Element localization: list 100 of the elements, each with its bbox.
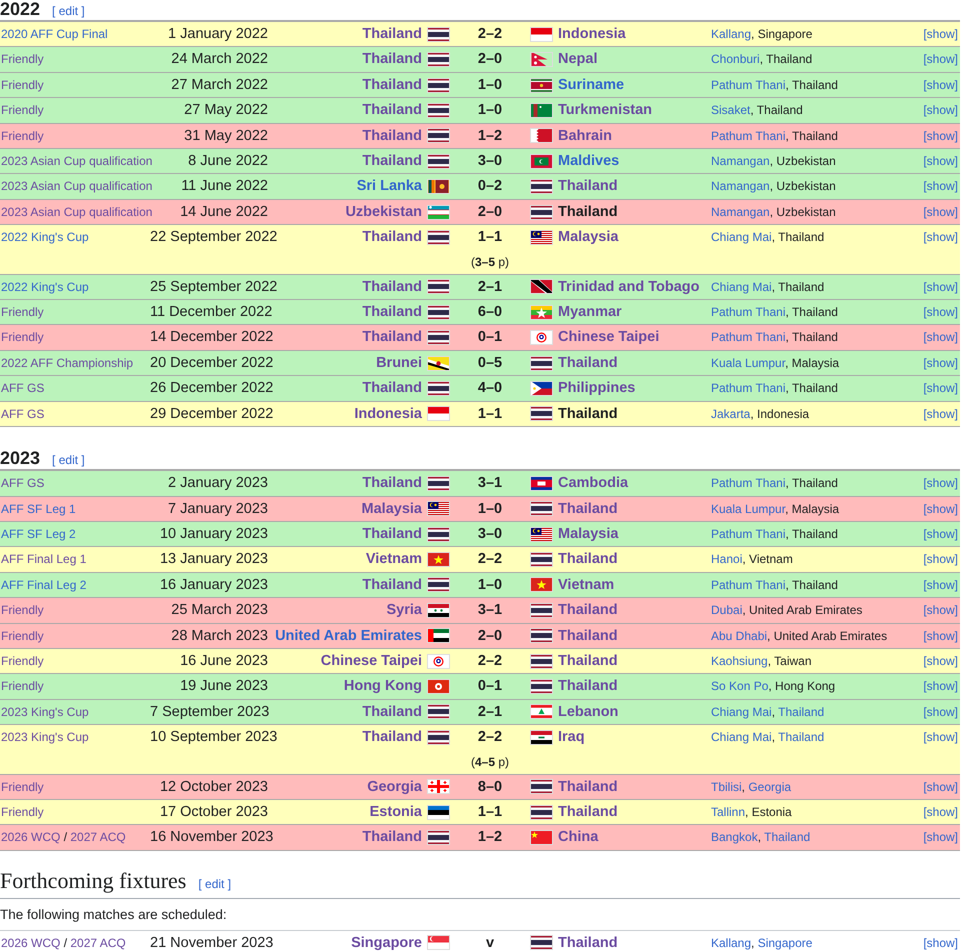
- venue-link[interactable]: Pathum Thani: [711, 476, 786, 490]
- team-link[interactable]: Estonia: [370, 800, 422, 824]
- team-link[interactable]: Malaysia: [558, 522, 618, 546]
- edit-link[interactable]: [ edit ]: [52, 453, 85, 468]
- venue-link[interactable]: Kuala Lumpur: [711, 502, 786, 516]
- venue-link[interactable]: Kuala Lumpur: [711, 356, 786, 370]
- venue-link[interactable]: Namangan: [711, 204, 770, 219]
- venue-link[interactable]: Chiang Mai: [711, 230, 772, 244]
- team-link[interactable]: Thailand: [362, 225, 422, 250]
- competition-link[interactable]: Friendly: [1, 654, 44, 668]
- team-link[interactable]: Chinese Taipei: [558, 325, 660, 350]
- competition-link[interactable]: Friendly: [1, 780, 44, 794]
- competition-link[interactable]: AFF Final Leg 2: [1, 578, 86, 592]
- team-link[interactable]: Thailand: [362, 522, 422, 546]
- competition-link[interactable]: Friendly: [1, 305, 44, 320]
- venue-link[interactable]: Pathum Thani: [711, 305, 786, 320]
- show-link[interactable]: [show]: [923, 230, 958, 244]
- competition-link[interactable]: Friendly: [1, 330, 44, 344]
- competition-link[interactable]: Friendly: [1, 628, 44, 643]
- show-link[interactable]: [show]: [923, 406, 958, 421]
- show-link[interactable]: [show]: [923, 552, 958, 566]
- team-link[interactable]: Thailand: [558, 174, 618, 199]
- competition-link[interactable]: 2022 King's Cup: [1, 280, 89, 294]
- team-link[interactable]: Thailand: [558, 496, 618, 521]
- team-link[interactable]: Indonesia: [558, 22, 626, 46]
- team-link[interactable]: Thailand: [362, 725, 422, 750]
- venue-link[interactable]: Chiang Mai: [711, 704, 772, 719]
- team-link[interactable]: Thailand: [558, 774, 618, 799]
- team-link[interactable]: Iraq: [558, 725, 585, 750]
- competition-link[interactable]: 2023 Asian Cup qualification: [1, 204, 152, 219]
- team-link[interactable]: Nepal: [558, 47, 598, 72]
- competition-link[interactable]: 2020 AFF Cup Final: [1, 27, 108, 41]
- team-link[interactable]: Uzbekistan: [345, 200, 422, 224]
- show-link[interactable]: [show]: [923, 27, 958, 41]
- team-link[interactable]: Sri Lanka: [356, 174, 422, 199]
- competition-link[interactable]: AFF Final Leg 1: [1, 552, 86, 566]
- team-link[interactable]: Malaysia: [558, 225, 618, 250]
- team-link[interactable]: Thailand: [362, 72, 422, 98]
- show-link[interactable]: [show]: [923, 830, 958, 844]
- venue-link[interactable]: Dubai: [711, 603, 742, 618]
- competition-link[interactable]: Friendly: [1, 128, 44, 143]
- team-link[interactable]: Syria: [386, 598, 422, 623]
- competition-link[interactable]: 2027 ACQ: [70, 936, 126, 950]
- show-link[interactable]: [show]: [923, 204, 958, 219]
- team-link[interactable]: Cambodia: [558, 471, 628, 496]
- venue-link[interactable]: So Kon Po: [711, 679, 768, 694]
- show-link[interactable]: [show]: [923, 476, 958, 490]
- competition-link[interactable]: 2023 King's Cup: [1, 704, 89, 719]
- venue-link[interactable]: Kaohsiung: [711, 654, 768, 668]
- competition-link[interactable]: Friendly: [1, 603, 44, 618]
- competition-link[interactable]: 2026 WCQ: [1, 936, 60, 950]
- team-link[interactable]: Chinese Taipei: [320, 648, 422, 674]
- team-link[interactable]: Thailand: [362, 47, 422, 72]
- show-link[interactable]: [show]: [923, 654, 958, 668]
- venue-link[interactable]: Chiang Mai: [711, 280, 772, 294]
- venue-link[interactable]: Jakarta: [711, 406, 750, 421]
- edit-link[interactable]: [ edit ]: [198, 876, 232, 891]
- show-link[interactable]: [show]: [923, 502, 958, 516]
- venue-link[interactable]: Kallang: [711, 27, 752, 41]
- venue-link[interactable]: Pathum Thani: [711, 128, 786, 143]
- team-link[interactable]: Thailand: [362, 471, 422, 496]
- team-link[interactable]: United Arab Emirates: [275, 624, 422, 648]
- show-link[interactable]: [show]: [923, 730, 958, 744]
- competition-link[interactable]: AFF GS: [1, 476, 44, 490]
- team-link[interactable]: Vietnam: [366, 547, 422, 572]
- team-link[interactable]: Hong Kong: [344, 674, 422, 699]
- show-link[interactable]: [show]: [923, 578, 958, 592]
- venue-link[interactable]: Pathum Thani: [711, 330, 786, 344]
- venue-link[interactable]: Namangan: [711, 179, 770, 194]
- show-link[interactable]: [show]: [923, 154, 958, 168]
- competition-link[interactable]: Friendly: [1, 78, 44, 92]
- competition-link[interactable]: Friendly: [1, 52, 44, 66]
- competition-link[interactable]: AFF GS: [1, 406, 44, 421]
- team-link[interactable]: Thailand: [362, 325, 422, 350]
- team-link[interactable]: Thailand: [362, 149, 422, 174]
- team-link[interactable]: Malaysia: [362, 496, 422, 521]
- competition-link[interactable]: 2022 AFF Championship: [1, 356, 134, 370]
- competition-link[interactable]: 2023 King's Cup: [1, 730, 89, 744]
- team-link[interactable]: Thailand: [558, 598, 618, 623]
- team-link[interactable]: Trinidad and Tobago: [558, 274, 700, 300]
- venue-link[interactable]: Georgia: [748, 780, 792, 794]
- show-link[interactable]: [show]: [923, 52, 958, 66]
- venue-link[interactable]: Thailand: [778, 730, 824, 744]
- show-link[interactable]: [show]: [923, 179, 958, 194]
- venue-link[interactable]: Thailand: [764, 830, 810, 844]
- team-link[interactable]: Thailand: [558, 624, 618, 648]
- team-link[interactable]: Vietnam: [558, 572, 614, 598]
- venue-link[interactable]: Tbilisi: [711, 780, 742, 794]
- competition-link[interactable]: 2026 WCQ: [1, 830, 60, 844]
- venue-link[interactable]: Bangkok: [711, 830, 758, 844]
- show-link[interactable]: [show]: [923, 704, 958, 719]
- venue-link[interactable]: Pathum Thani: [711, 78, 786, 92]
- venue-link[interactable]: Pathum Thani: [711, 578, 786, 592]
- team-link[interactable]: Thailand: [558, 800, 618, 824]
- team-link[interactable]: Indonesia: [354, 402, 422, 426]
- team-link[interactable]: Lebanon: [558, 700, 618, 724]
- team-link[interactable]: Singapore: [351, 930, 422, 952]
- show-link[interactable]: [show]: [923, 103, 958, 118]
- team-link[interactable]: Thailand: [558, 648, 618, 674]
- team-link[interactable]: Thailand: [362, 300, 422, 324]
